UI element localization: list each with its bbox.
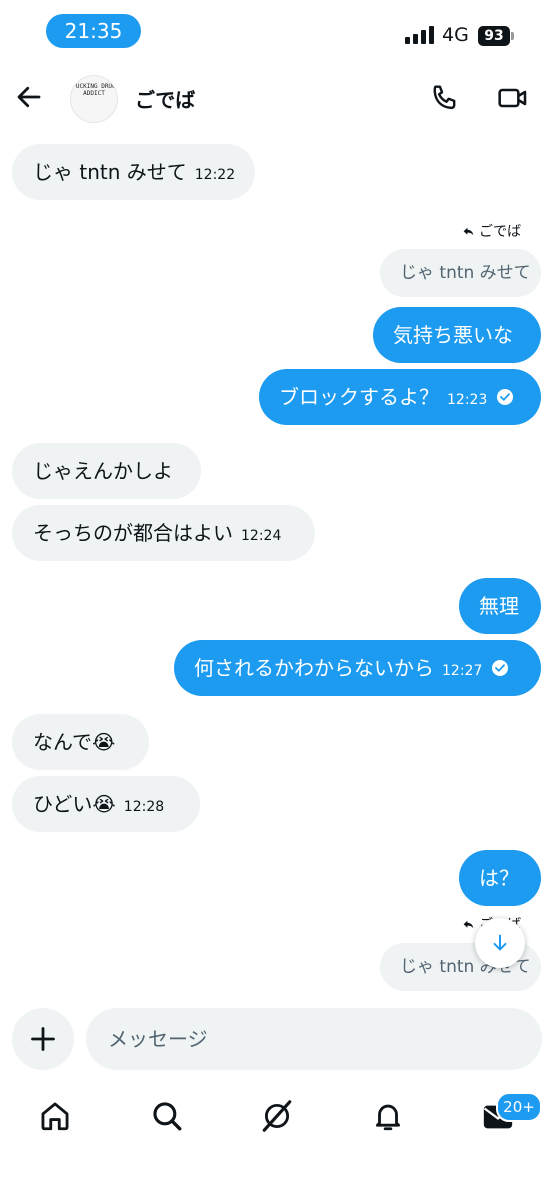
message-time: 12:27 [442,663,483,679]
home-icon[interactable] [38,1099,72,1133]
message-text: ひどい😭 [33,792,116,816]
phone-icon[interactable] [429,82,461,114]
avatar[interactable]: FUCKING DRUG ADDICT [70,75,118,123]
message-time: 12:23 [447,392,488,408]
message-bubble-received[interactable]: じゃえんかしよ [12,443,201,499]
message-bubble-sent[interactable]: 無理 [459,578,541,634]
video-icon[interactable] [497,82,529,114]
bell-icon[interactable] [371,1099,405,1133]
message-bubble-sent[interactable]: 気持ち悪いな [373,307,541,363]
arrow-down-icon [493,934,507,951]
check-icon [492,659,509,676]
status-time: 21:35 [46,14,141,48]
avatar-text: FUCKING DRUG ADDICT [72,83,116,97]
message-text: じゃえんかしよ [33,459,173,483]
message-bubble-sent[interactable]: 何されるかわからないから 12:27 [174,640,541,696]
plus-icon [31,1027,55,1051]
message-input[interactable] [86,1008,542,1070]
quoted-message[interactable]: じゃ tntn みせて [380,249,541,297]
reply-icon [463,920,474,928]
message-text: 無理 [479,594,519,618]
message-text: 何されるかわからないから [194,656,434,680]
battery-cap [511,32,514,40]
message-time: 12:24 [241,528,282,544]
reply-to-user: ごでば [479,224,522,240]
contact-name[interactable]: ごでば [135,84,195,113]
check-icon [497,388,514,405]
messages-badge: 20+ [496,1092,542,1122]
signal-icon [405,26,434,44]
scroll-to-bottom-button[interactable] [475,918,525,968]
search-icon[interactable] [150,1099,184,1133]
message-text: ブロックするよ？ [279,385,439,409]
message-bubble-received[interactable]: なんで😭 [12,714,149,770]
quoted-text: じゃ tntn みせて [400,263,531,283]
message-bubble-received[interactable]: そっちのが都合はよい 12:24 [12,505,315,561]
message-bubble-sent[interactable]: ブロックするよ？ 12:23 [259,369,541,425]
battery-icon: 93 [478,26,510,46]
message-text: なんで😭 [33,730,116,754]
message-bubble-received[interactable]: ひどい😭 12:28 [12,776,200,832]
back-arrow-icon[interactable] [14,82,44,112]
message-bubble-sent[interactable]: は？ [459,850,541,906]
message-bubble-received[interactable]: じゃ tntn みせて 12:22 [12,144,255,200]
message-text: は？ [479,866,519,890]
network-label: 4G [442,24,469,46]
add-media-button[interactable] [12,1008,74,1070]
grok-icon[interactable] [260,1099,294,1133]
message-time: 12:22 [194,167,236,183]
message-time: 12:28 [123,799,165,815]
message-text: そっちのが都合はよい [33,521,233,545]
message-text: じゃ tntn みせて [33,160,187,184]
reply-icon [463,227,474,235]
reply-label: ごでば [462,221,521,241]
message-text: 気持ち悪いな [393,323,513,347]
